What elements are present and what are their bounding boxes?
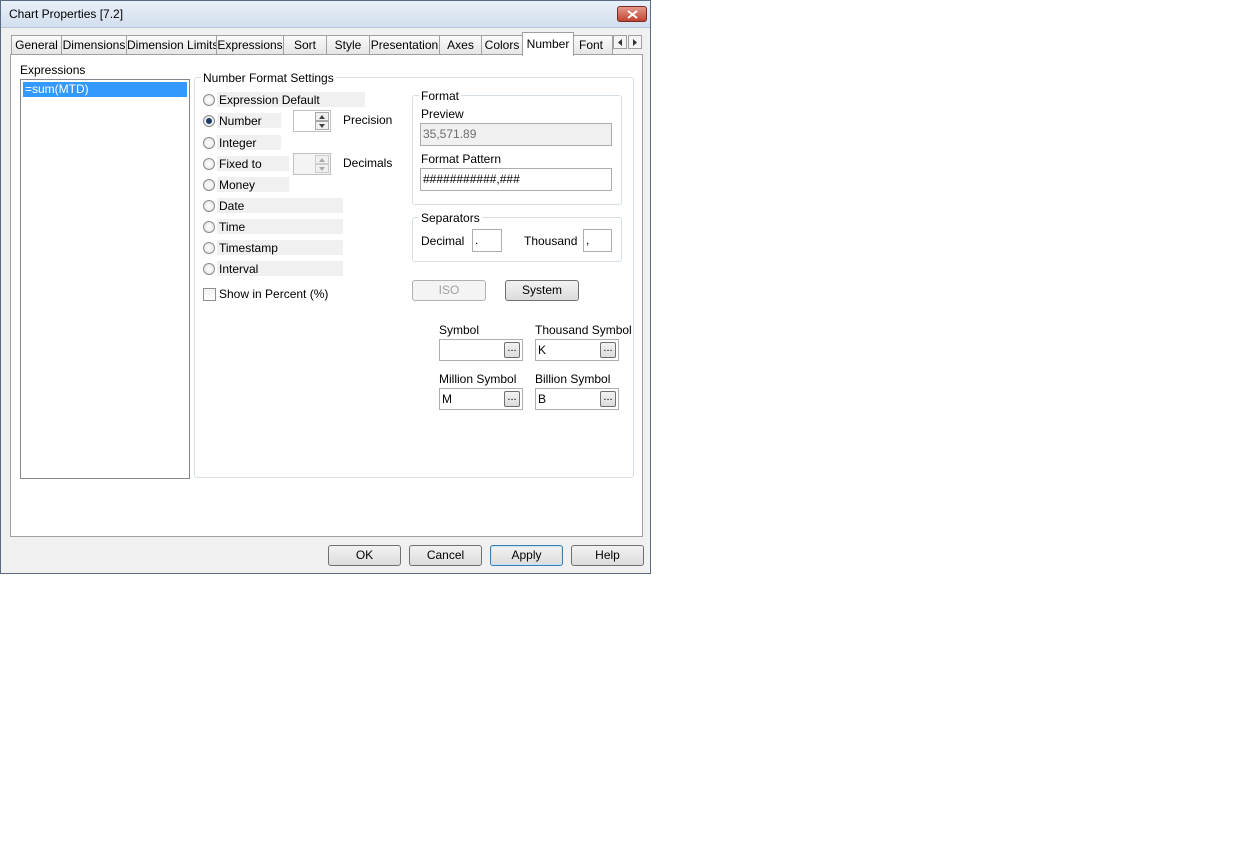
precision-up-button[interactable]: [315, 112, 329, 121]
arrow-right-icon: [633, 39, 637, 46]
tab-scroll-right[interactable]: [628, 35, 642, 49]
thousand-separator-label: Thousand: [524, 234, 578, 248]
thousand-symbol-browse-button[interactable]: ...: [600, 342, 616, 358]
tab-number[interactable]: Number: [522, 32, 574, 56]
tab-presentation[interactable]: Presentation: [369, 35, 440, 54]
expressions-label: Expressions: [20, 63, 86, 77]
radio-timestamp[interactable]: [203, 242, 215, 254]
tab-expressions[interactable]: Expressions: [216, 35, 284, 54]
decimals-down-button[interactable]: [315, 164, 329, 173]
preview-label: Preview: [421, 107, 464, 121]
cancel-button[interactable]: Cancel: [409, 545, 482, 566]
tab-dimension-limits[interactable]: Dimension Limits: [126, 35, 218, 54]
radio-label-timestamp: Timestamp: [219, 241, 278, 255]
preview-field: 35,571.89: [420, 123, 612, 146]
system-button[interactable]: System: [505, 280, 579, 301]
radio-label-time: Time: [219, 220, 246, 234]
million-symbol-browse-button[interactable]: ...: [504, 391, 520, 407]
symbol-input[interactable]: ...: [439, 339, 523, 361]
tab-axes[interactable]: Axes: [439, 35, 482, 54]
decimals-up-button[interactable]: [315, 155, 329, 164]
radio-label-interval: Interval: [219, 262, 259, 276]
radio-label-money: Money: [219, 178, 256, 192]
billion-symbol-label: Billion Symbol: [535, 372, 611, 386]
symbol-label: Symbol: [439, 323, 480, 337]
separators-group-label: Separators: [419, 211, 482, 225]
precision-down-button[interactable]: [315, 121, 329, 130]
radio-label-number: Number: [219, 114, 262, 128]
radio-label-expression-default: Expression Default: [219, 93, 320, 107]
arrow-down-icon: [319, 124, 325, 128]
tab-sort[interactable]: Sort: [283, 35, 327, 54]
precision-label: Precision: [343, 113, 393, 127]
format-pattern-label: Format Pattern: [421, 152, 502, 166]
million-symbol-input[interactable]: M ...: [439, 388, 523, 410]
billion-symbol-browse-button[interactable]: ...: [600, 391, 616, 407]
radio-time[interactable]: [203, 221, 215, 233]
tab-style[interactable]: Style: [326, 35, 370, 54]
decimals-label: Decimals: [343, 156, 393, 170]
radio-number[interactable]: [203, 115, 215, 127]
tab-general[interactable]: General: [11, 35, 62, 54]
window-title: Chart Properties [7.2]: [9, 7, 124, 21]
list-item[interactable]: =sum(MTD): [23, 82, 187, 97]
precision-stepper[interactable]: [293, 110, 331, 132]
apply-button[interactable]: Apply: [490, 545, 563, 566]
radio-fixed-to[interactable]: [203, 158, 215, 170]
tab-dimensions[interactable]: Dimensions: [61, 35, 127, 54]
radio-label-date: Date: [219, 199, 245, 213]
decimal-separator-input[interactable]: .: [472, 229, 502, 252]
chart-properties-dialog: Chart Properties [7.2] General Dimension…: [0, 0, 651, 574]
thousand-symbol-input[interactable]: K ...: [535, 339, 619, 361]
arrow-down-icon: [319, 167, 325, 171]
format-pattern-input[interactable]: ###########,###: [420, 168, 612, 191]
symbol-browse-button[interactable]: ...: [504, 342, 520, 358]
radio-money[interactable]: [203, 179, 215, 191]
show-in-percent-checkbox[interactable]: [203, 288, 216, 301]
ok-button[interactable]: OK: [328, 545, 401, 566]
help-button[interactable]: Help: [571, 545, 644, 566]
expressions-list[interactable]: =sum(MTD): [20, 79, 190, 479]
radio-date[interactable]: [203, 200, 215, 212]
arrow-left-icon: [618, 39, 622, 46]
thousand-symbol-label: Thousand Symbol: [535, 323, 632, 337]
iso-button[interactable]: ISO: [412, 280, 486, 301]
number-format-settings-label: Number Format Settings: [201, 71, 336, 85]
radio-label-integer: Integer: [219, 136, 257, 150]
close-button[interactable]: [617, 6, 647, 22]
decimal-separator-label: Decimal: [421, 234, 465, 248]
title-bar[interactable]: Chart Properties [7.2]: [1, 1, 650, 28]
radio-label-fixed-to: Fixed to: [219, 157, 262, 171]
billion-symbol-input[interactable]: B ...: [535, 388, 619, 410]
radio-interval[interactable]: [203, 263, 215, 275]
radio-integer[interactable]: [203, 137, 215, 149]
million-symbol-label: Million Symbol: [439, 372, 517, 386]
arrow-up-icon: [319, 158, 325, 162]
arrow-up-icon: [319, 115, 325, 119]
tab-font[interactable]: Font: [573, 35, 613, 54]
close-icon: [627, 10, 638, 19]
thousand-separator-input[interactable]: ,: [583, 229, 612, 252]
tab-scroll-left[interactable]: [613, 35, 627, 49]
tab-colors[interactable]: Colors: [481, 35, 523, 54]
decimals-stepper[interactable]: [293, 153, 331, 175]
show-in-percent-label: Show in Percent (%): [219, 287, 329, 301]
format-group-label: Format: [419, 89, 462, 103]
radio-expression-default[interactable]: [203, 94, 215, 106]
